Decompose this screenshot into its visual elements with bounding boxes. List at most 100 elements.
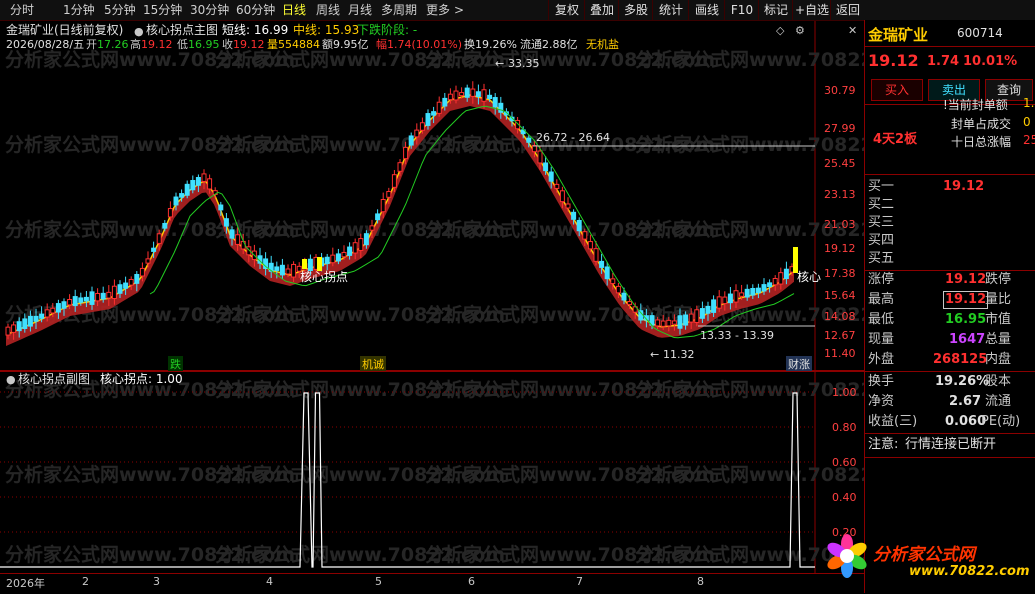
bid-row: 买五 bbox=[865, 249, 1035, 269]
resistance-annotation: 26.72 - 26.64 bbox=[536, 131, 610, 144]
watermark-text: 分析家公式网www.70822.com bbox=[635, 133, 864, 156]
watermark-logo-text: 分析家公式网 bbox=[873, 545, 975, 565]
date-axis-label: 8 bbox=[697, 575, 704, 588]
sub-axis-label: 1.00 bbox=[832, 386, 857, 399]
price-axis-label: 25.45 bbox=[824, 157, 856, 170]
price-axis-label: 30.79 bbox=[824, 84, 856, 97]
close-panel-icon[interactable]: ✕ bbox=[848, 24, 857, 37]
amount-value: 额9.95亿 bbox=[322, 38, 369, 51]
settings-icon[interactable]: ⚙ bbox=[795, 24, 805, 37]
price-axis-label: 12.67 bbox=[824, 329, 856, 342]
stat-label: 涨停 bbox=[868, 272, 895, 287]
candlestick-chart[interactable]: 分析家公式网www.70822.com分析家公式网www.70822.com分析… bbox=[0, 21, 864, 371]
seal-amount-label: !当前封单额 bbox=[943, 98, 1008, 112]
stat2-value: 0.060 bbox=[945, 414, 987, 429]
seal-ratio-value: 0 bbox=[1023, 115, 1031, 129]
stat2-value: 2.67 bbox=[949, 394, 982, 409]
stats-button[interactable]: 统计 bbox=[652, 0, 689, 20]
fuquan-button[interactable]: 复权 bbox=[548, 0, 585, 20]
quote-panel: 金瑞矿业 600714 19.12 1.74 10.01% 买入 卖出 查询 4… bbox=[827, 20, 1035, 593]
collapse-icon[interactable]: ◇ bbox=[776, 24, 784, 37]
period-tab-more[interactable]: 更多 bbox=[426, 2, 450, 18]
stat-label-2: 市值 bbox=[985, 312, 1012, 327]
sub-axis-label: 0.40 bbox=[832, 491, 857, 504]
sub-chart-panel[interactable]: 分析家公式网www.70822.com 分析家公式网www.70822.com 分析… bbox=[0, 371, 864, 573]
price-pct: 10.01% bbox=[963, 54, 1018, 69]
stat-value: 16.95 bbox=[945, 312, 987, 327]
stat2-row: 净资 2.67 流通 bbox=[865, 392, 1035, 412]
date-axis-label: 5 bbox=[375, 575, 382, 588]
stat2-label: 净资 bbox=[868, 394, 895, 409]
period-tab-15min[interactable]: 15分钟 bbox=[143, 2, 182, 18]
bid-label: 买四 bbox=[868, 233, 895, 248]
stat2-row: 换手 19.26% 股本 bbox=[865, 372, 1035, 392]
price-axis-label: 23.13 bbox=[824, 188, 856, 201]
stat2-label-2: 流通 bbox=[985, 394, 1012, 409]
sub-axis-label: 0.80 bbox=[832, 421, 857, 434]
back-button[interactable]: 返回 bbox=[830, 0, 865, 20]
seal-ratio-label: 封单占成交 bbox=[951, 117, 1012, 131]
main-chart-panel[interactable]: 分析家公式网www.70822.com 分析家公式网www.70822.com 分析… bbox=[0, 21, 864, 372]
period-tab-fenshi[interactable]: 分时 bbox=[10, 2, 34, 18]
period-tab-60min[interactable]: 60分钟 bbox=[236, 2, 275, 18]
stat-label-2: 量比 bbox=[985, 292, 1012, 307]
stat-label-2: 总量 bbox=[985, 332, 1012, 347]
notice-text: 行情连接已断开 bbox=[905, 437, 997, 452]
support-annotation: 13.33 - 13.39 bbox=[700, 329, 774, 342]
price-axis-label: 11.40 bbox=[824, 347, 856, 360]
f10-button[interactable]: F10 bbox=[724, 0, 759, 20]
period-tab-weekly[interactable]: 周线 bbox=[316, 2, 340, 18]
period-tab-daily[interactable]: 日线 bbox=[282, 2, 306, 18]
top-toolbar: 分时 1分钟 5分钟 15分钟 30分钟 60分钟 日线 周线 月线 多周期 更… bbox=[0, 0, 1035, 21]
date-axis-label: 3 bbox=[153, 575, 160, 588]
date-axis-label: 6 bbox=[468, 575, 475, 588]
sub-indicator-name[interactable]: 核心拐点副图 bbox=[18, 373, 90, 386]
price-axis-label: 19.12 bbox=[824, 242, 856, 255]
close-label: 收 bbox=[222, 38, 233, 51]
buy-button[interactable]: 买入 bbox=[871, 79, 923, 101]
stat-row: 最低 16.95 市值 bbox=[865, 310, 1035, 330]
watermark-text: 分析家公式网www.70822.com bbox=[635, 463, 864, 486]
low-value: 16.95 bbox=[188, 38, 220, 51]
watermark-logo-url: www.70822.com bbox=[909, 564, 1030, 579]
low-label: 低 bbox=[177, 38, 188, 51]
sub-indicator-value: 核心拐点: 1.00 bbox=[100, 372, 183, 386]
period-tab-1min[interactable]: 1分钟 bbox=[63, 2, 95, 18]
stat-label-2: 跌停 bbox=[985, 272, 1012, 287]
price-axis-label: 17.38 bbox=[824, 267, 856, 280]
mark-button[interactable]: 标记 bbox=[758, 0, 793, 20]
bid-label: 买五 bbox=[868, 251, 895, 266]
period-tab-5min[interactable]: 5分钟 bbox=[104, 2, 136, 18]
pivot-sub-chart[interactable]: 分析家公式网www.70822.com分析家公式网www.70822.com分析… bbox=[0, 371, 864, 573]
high-annotation: 33.35 bbox=[508, 57, 540, 70]
float-value: 流通2.88亿 bbox=[520, 38, 578, 51]
period-tab-multi[interactable]: 多周期 bbox=[381, 2, 417, 18]
sub-dot-icon[interactable]: ● bbox=[6, 373, 16, 386]
period-tab-30min[interactable]: 30分钟 bbox=[190, 2, 229, 18]
open-value: 17.26 bbox=[97, 38, 129, 51]
more-arrow-icon[interactable]: > bbox=[454, 2, 464, 18]
draw-line-button[interactable]: 画线 bbox=[688, 0, 725, 20]
sector-value: 无机盐 bbox=[586, 38, 619, 51]
pivot-point-label-2: 核心 bbox=[797, 270, 822, 284]
signal-opportunity: 机诚 bbox=[360, 356, 386, 372]
notice-row: 注意: 行情连接已断开 bbox=[865, 435, 1035, 455]
overlay-button[interactable]: 叠加 bbox=[584, 0, 619, 20]
indicator-dot-icon[interactable]: ● bbox=[134, 25, 144, 38]
stock-name: 金瑞矿业 bbox=[868, 26, 929, 44]
stat2-label: 换手 bbox=[868, 374, 895, 389]
bid-row: 买四 bbox=[865, 231, 1035, 251]
multi-stock-button[interactable]: 多股 bbox=[618, 0, 653, 20]
price-axis-label: 14.08 bbox=[824, 310, 856, 323]
seal-amount-value: 1.0 bbox=[1023, 96, 1035, 110]
stat-value: 19.12 bbox=[943, 291, 989, 309]
stat-row: 涨停 19.12 跌停 bbox=[865, 270, 1035, 290]
open-label: 开 bbox=[86, 38, 97, 51]
change-value: 幅1.74(10.01%) bbox=[376, 38, 463, 51]
indicator-name[interactable]: 核心拐点主图 bbox=[146, 24, 218, 37]
stat2-label: 收益(三) bbox=[868, 414, 918, 429]
stat-label-2: 内盘 bbox=[985, 352, 1012, 367]
period-tab-monthly[interactable]: 月线 bbox=[348, 2, 372, 18]
add-watchlist-button[interactable]: +自选 bbox=[792, 0, 831, 20]
stat-label: 外盘 bbox=[868, 352, 895, 367]
